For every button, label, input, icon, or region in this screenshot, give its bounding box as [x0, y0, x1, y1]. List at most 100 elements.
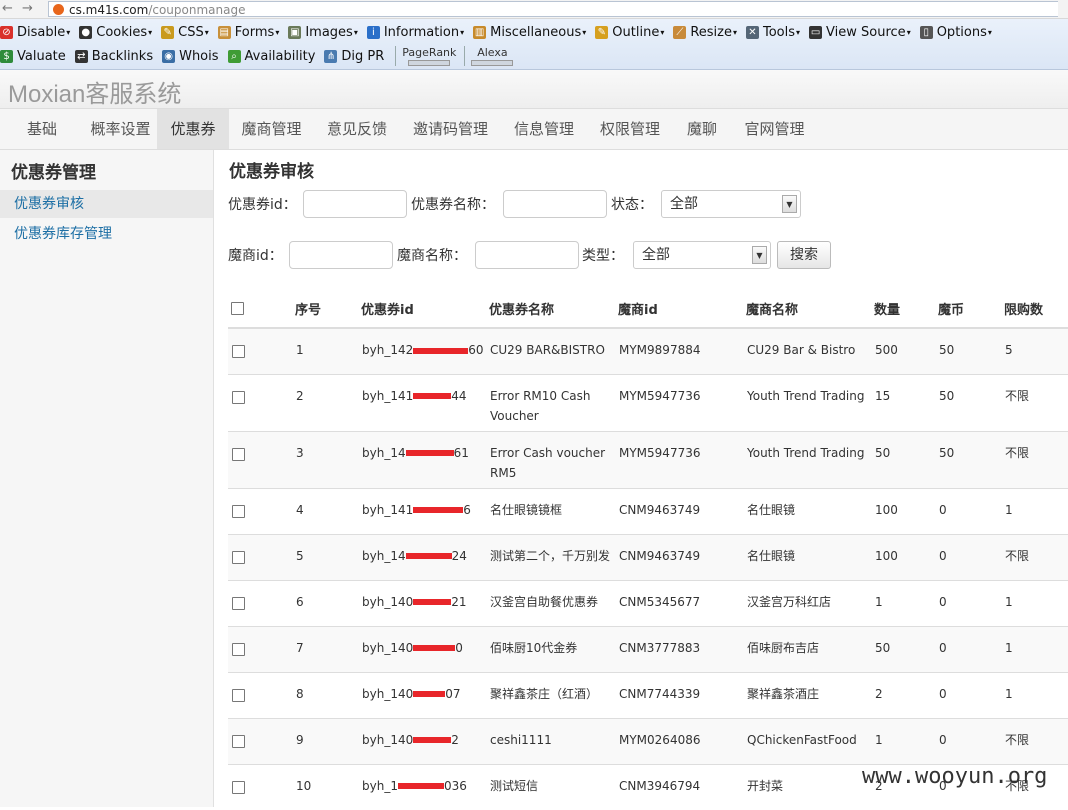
cell-coin: 50 — [938, 430, 1004, 488]
toolbar-item-miscellaneous[interactable]: ▥ Miscellaneous ▾ — [473, 25, 586, 40]
merchant-name-input[interactable] — [475, 241, 579, 269]
tab-3[interactable]: 魔商管理 — [229, 109, 314, 149]
toolbar-item-backlinks[interactable]: ⇄ Backlinks — [74, 49, 153, 64]
row-checkbox[interactable] — [232, 780, 245, 794]
coupon-id-prefix: byh_140 — [362, 594, 414, 609]
select-all-checkbox[interactable] — [231, 302, 244, 315]
toolbar-item-cookies[interactable]: ● Cookies ▾ — [79, 25, 152, 40]
toolbar-item-availability[interactable]: ⌕ Availability — [227, 49, 315, 64]
tab-2[interactable]: 优惠券 — [157, 109, 229, 149]
table-row[interactable]: 2 byh_141 44 Error RM10 Cash Voucher MYM5947… — [228, 373, 1068, 431]
cell-coupon-name: 名仕眼镜镜框 — [489, 487, 618, 534]
cell-no: 8 — [295, 671, 361, 718]
row-checkbox[interactable] — [232, 390, 245, 404]
tab-5[interactable]: 邀请码管理 — [400, 109, 501, 149]
row-checkbox[interactable] — [232, 504, 245, 518]
tab-6[interactable]: 信息管理 — [501, 109, 587, 149]
type-select[interactable]: 全部 ▼ — [633, 241, 771, 269]
cell-coupon-name: 聚祥鑫茶庄（红酒） — [489, 671, 618, 718]
toolbar-item-disable[interactable]: ⊘ Disable ▾ — [0, 25, 70, 40]
alexa-widget[interactable]: Alexa — [464, 46, 519, 66]
sidebar-item-coupon-stock[interactable]: 优惠券库存管理 — [0, 220, 213, 248]
toolbar-item-valuate[interactable]: $ Valuate — [0, 49, 66, 64]
cell-coin: 0 — [938, 625, 1004, 672]
tab-7[interactable]: 权限管理 — [587, 109, 673, 149]
cell-coupon-id: byh_140 2 — [361, 717, 489, 764]
search-button[interactable]: 搜索 — [777, 241, 831, 269]
toolbar-item-label: Outline — [612, 24, 660, 40]
chevron-down-icon[interactable]: ▼ — [782, 195, 797, 213]
pagerank-widget[interactable]: PageRank — [395, 46, 462, 66]
chevron-down-icon[interactable]: ▼ — [752, 246, 767, 264]
table-row[interactable]: 5 byh_14 24 测试第二个，千万别发 CNM9463749 名仕眼镜 100 0 不限 — [228, 533, 1068, 580]
tab-1[interactable]: 概率设置 — [84, 109, 157, 149]
back-arrow-icon[interactable]: ← — [2, 1, 13, 16]
row-select-cell — [228, 671, 295, 718]
col-header-merchant-id: 魔商id — [618, 290, 746, 329]
coupon-id-suffix: 24 — [451, 548, 467, 563]
toolbar-item-label: Tools — [763, 24, 796, 40]
globe-icon: ◉ — [162, 49, 176, 63]
table-row[interactable]: 1 byh_142 60 CU29 BAR&BISTRO MYM9897884 CU29 … — [228, 327, 1068, 374]
toolbar-item-view-source[interactable]: ▭ View Source ▾ — [809, 25, 911, 40]
sidebar-item-coupon-review[interactable]: 优惠券审核 — [0, 190, 213, 218]
cell-merchant-id: CNM9463749 — [618, 487, 746, 534]
toolbar-item-forms[interactable]: ▤ Forms ▾ — [217, 24, 279, 40]
row-checkbox[interactable] — [232, 734, 245, 748]
cell-limit: 1 — [1004, 671, 1068, 718]
type-select-value: 全部 — [642, 247, 670, 263]
table-row[interactable]: 3 byh_14 61 Error Cash voucher RM5 MYM594773… — [228, 430, 1068, 488]
status-select[interactable]: 全部 ▼ — [661, 190, 801, 218]
redaction-mark — [413, 645, 456, 651]
tab-8[interactable]: 魔聊 — [673, 109, 731, 149]
widget-label: Alexa — [477, 46, 508, 59]
toolbar-item-dig-pr[interactable]: ⋔ Dig PR — [324, 49, 384, 64]
cell-limit: 1 — [1004, 487, 1068, 534]
url-field[interactable]: cs.m41s.com/couponmanage — [48, 1, 1058, 17]
toolbar-item-whois[interactable]: ◉ Whois — [162, 49, 219, 64]
select-all-cell — [228, 290, 295, 329]
row-checkbox[interactable] — [232, 447, 245, 461]
row-select-cell — [228, 579, 295, 626]
coupon-id-input[interactable] — [303, 190, 407, 218]
coupon-name-input[interactable] — [503, 190, 607, 218]
cell-coupon-name: CU29 BAR&BISTRO — [489, 327, 618, 374]
row-checkbox[interactable] — [232, 596, 245, 610]
row-checkbox[interactable] — [232, 550, 245, 564]
table-row[interactable]: 8 byh_140 07 聚祥鑫茶庄（红酒） CNM7744339 聚祥鑫茶酒庄 2 0 1 — [228, 671, 1068, 718]
row-checkbox[interactable] — [232, 688, 245, 702]
tab-0[interactable]: 基础 — [0, 109, 84, 149]
table-row[interactable]: 9 byh_140 2 ceshi1111 MYM0264086 QChickenFast… — [228, 717, 1068, 764]
table-row[interactable]: 6 byh_140 21 汉釜宫自助餐优惠券 CNM5345677 汉釜宫万科红店 1 0 1 — [228, 579, 1068, 626]
watermark: www.wooyun.org — [862, 764, 1048, 789]
col-header-quantity: 数量 — [874, 290, 938, 329]
coupon-id-suffix: 6 — [463, 502, 471, 517]
toolbar-item-label: CSS — [178, 24, 204, 40]
ruler-icon: ⟋ — [673, 25, 687, 39]
tab-4[interactable]: 意见反馈 — [314, 109, 400, 149]
tab-9[interactable]: 官网管理 — [731, 109, 818, 149]
toolbar-item-label: Images — [305, 24, 353, 40]
cell-merchant-name: 名仕眼镜 — [746, 533, 874, 580]
toolbar-item-tools[interactable]: ✕ Tools ▾ — [746, 25, 800, 40]
toolbar-item-css[interactable]: ✎ CSS ▾ — [161, 25, 209, 40]
table-row[interactable]: 4 byh_141 6 名仕眼镜镜框 CNM9463749 名仕眼镜 100 0 1 — [228, 487, 1068, 534]
redaction-mark — [397, 783, 444, 789]
toolbar-item-images[interactable]: ▣ Images ▾ — [288, 25, 358, 40]
toolbar-item-label: Forms — [234, 24, 275, 40]
dropdown-arrow-icon: ▾ — [353, 27, 358, 37]
table-row[interactable]: 7 byh_140 0 佰味厨10代金券 CNM3777883 佰味厨布吉店 50 0 1 — [228, 625, 1068, 672]
dollar-icon: $ — [0, 49, 13, 63]
row-checkbox[interactable] — [232, 642, 245, 656]
row-checkbox[interactable] — [232, 345, 245, 358]
toolbar-item-information[interactable]: i Information ▾ — [366, 25, 464, 40]
person-icon: ● — [79, 25, 93, 39]
toolbar-item-options[interactable]: ▯ Options ▾ — [919, 25, 992, 40]
coupon-name-label: 优惠券名称： — [411, 197, 495, 213]
forward-arrow-icon[interactable]: → — [22, 1, 33, 16]
col-header-coin: 魔币 — [938, 290, 1004, 329]
toolbar-item-resize[interactable]: ⟋ Resize ▾ — [673, 25, 737, 40]
cell-coupon-id: byh_14 61 — [361, 430, 489, 488]
toolbar-item-outline[interactable]: ✎ Outline ▾ — [595, 25, 664, 40]
merchant-id-input[interactable] — [289, 241, 393, 269]
